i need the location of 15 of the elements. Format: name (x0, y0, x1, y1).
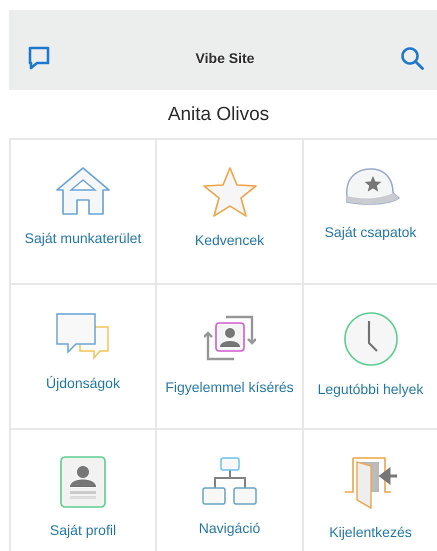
app-title: Vibe Site (196, 50, 254, 66)
menu-tile[interactable]: Figyelemmel kísérés (157, 285, 304, 430)
menu-tile[interactable]: Kedvencek (157, 140, 304, 285)
speech-bubbles-icon (54, 311, 112, 361)
sitemap-icon (200, 456, 258, 506)
door-arrow-icon (342, 456, 398, 510)
menu-tile[interactable]: Újdonságok (11, 285, 157, 430)
user-name: Anita Olivos (166, 103, 270, 127)
clock-icon (342, 311, 398, 367)
profile-card-icon (60, 456, 106, 508)
house-icon (54, 166, 112, 216)
star-icon (200, 166, 258, 218)
chat-icon[interactable] (27, 45, 51, 71)
search-icon[interactable] (398, 45, 425, 71)
menu-tile[interactable]: Saját munkaterület (11, 140, 157, 285)
